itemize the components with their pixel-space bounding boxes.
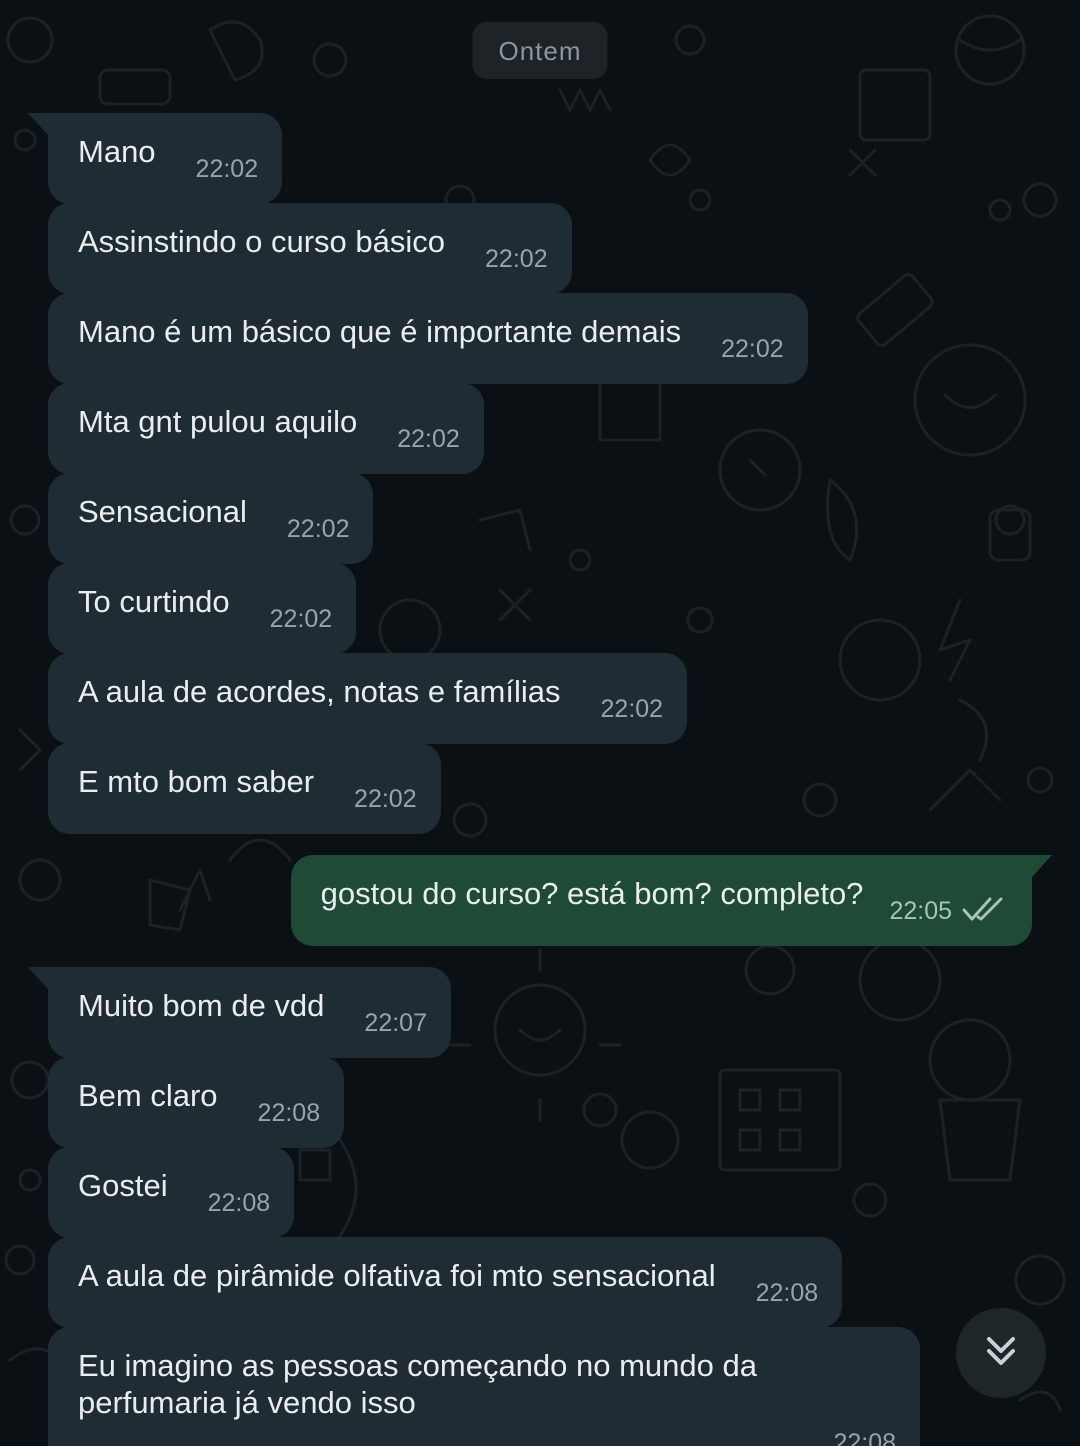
double-check-read-icon: [962, 893, 1008, 930]
message-text: Bem claro: [78, 1078, 218, 1113]
message-text: gostou do curso? está bom? completo?: [320, 876, 864, 911]
message-text: E mto bom saber: [78, 764, 315, 799]
message-bubble-incoming[interactable]: Bem claro 22:08: [48, 1057, 345, 1148]
message-time: 22:02: [485, 245, 548, 273]
message-text: To curtindo: [78, 584, 230, 619]
message-time: 22:02: [269, 605, 333, 633]
message-bubble-incoming[interactable]: Gostei 22:08: [48, 1147, 295, 1238]
message-bubble-incoming[interactable]: Mta gnt pulou aquilo 22:02: [48, 383, 484, 474]
message-bubble-outgoing[interactable]: gostou do curso? está bom? completo? 22:…: [290, 855, 1053, 946]
message-text: Muito bom de vdd: [78, 988, 325, 1023]
message-bubble-incoming[interactable]: A aula de pirâmide olfativa foi mto sens…: [48, 1237, 843, 1328]
message-text-line: Eu imagino as pessoas começando no mundo…: [78, 1348, 757, 1383]
message-text: Mano: [78, 134, 156, 169]
message-time: 22:08: [833, 1429, 896, 1446]
message-text: Mta gnt pulou aquilo: [78, 404, 358, 439]
message-bubble-incoming[interactable]: Assinstindo o curso básico 22:02: [48, 203, 572, 294]
message-text-line: perfumaria já vendo isso: [78, 1385, 416, 1420]
message-bubble-incoming[interactable]: Mano é um básico que é importante demais…: [48, 293, 808, 384]
message-text: Sensacional: [78, 494, 247, 529]
message-time: 22:02: [286, 515, 350, 543]
message-time: 22:08: [207, 1189, 271, 1217]
message-bubble-incoming[interactable]: A aula de acordes, notas e famílias 22:0…: [48, 653, 688, 744]
message-time: 22:02: [195, 155, 259, 183]
date-separator: Ontem: [472, 22, 608, 79]
message-bubble-incoming[interactable]: Sensacional 22:02: [48, 473, 374, 564]
message-text: A aula de acordes, notas e famílias: [78, 674, 561, 709]
message-text: Gostei: [78, 1168, 168, 1203]
message-text: Mano é um básico que é importante demais: [78, 314, 682, 349]
scroll-to-bottom-button[interactable]: [956, 1308, 1046, 1398]
message-text: A aula de pirâmide olfativa foi mto sens…: [78, 1258, 716, 1293]
message-time: 22:02: [397, 425, 460, 453]
message-time: 22:02: [721, 335, 784, 363]
message-time: 22:02: [354, 785, 417, 813]
chat-area[interactable]: Ontem Mano 22:02 Assinstindo o curso bás…: [0, 0, 1080, 1446]
double-chevron-down-icon: [981, 1331, 1021, 1376]
message-bubble-incoming[interactable]: Mano 22:02: [27, 113, 283, 204]
message-time: 22:07: [364, 1009, 427, 1037]
message-bubble-incoming[interactable]: E mto bom saber 22:02: [48, 743, 441, 834]
message-bubble-incoming[interactable]: Eu imagino as pessoas começando no mundo…: [48, 1327, 920, 1446]
message-time: 22:08: [755, 1279, 819, 1307]
message-time: 22:02: [600, 695, 664, 723]
message-bubble-incoming[interactable]: To curtindo 22:02: [48, 563, 357, 654]
message-time: 22:05: [889, 897, 952, 925]
message-text: Assinstindo o curso básico: [78, 224, 446, 259]
message-time: 22:08: [257, 1099, 321, 1127]
message-bubble-incoming[interactable]: Muito bom de vdd 22:07: [28, 967, 451, 1058]
